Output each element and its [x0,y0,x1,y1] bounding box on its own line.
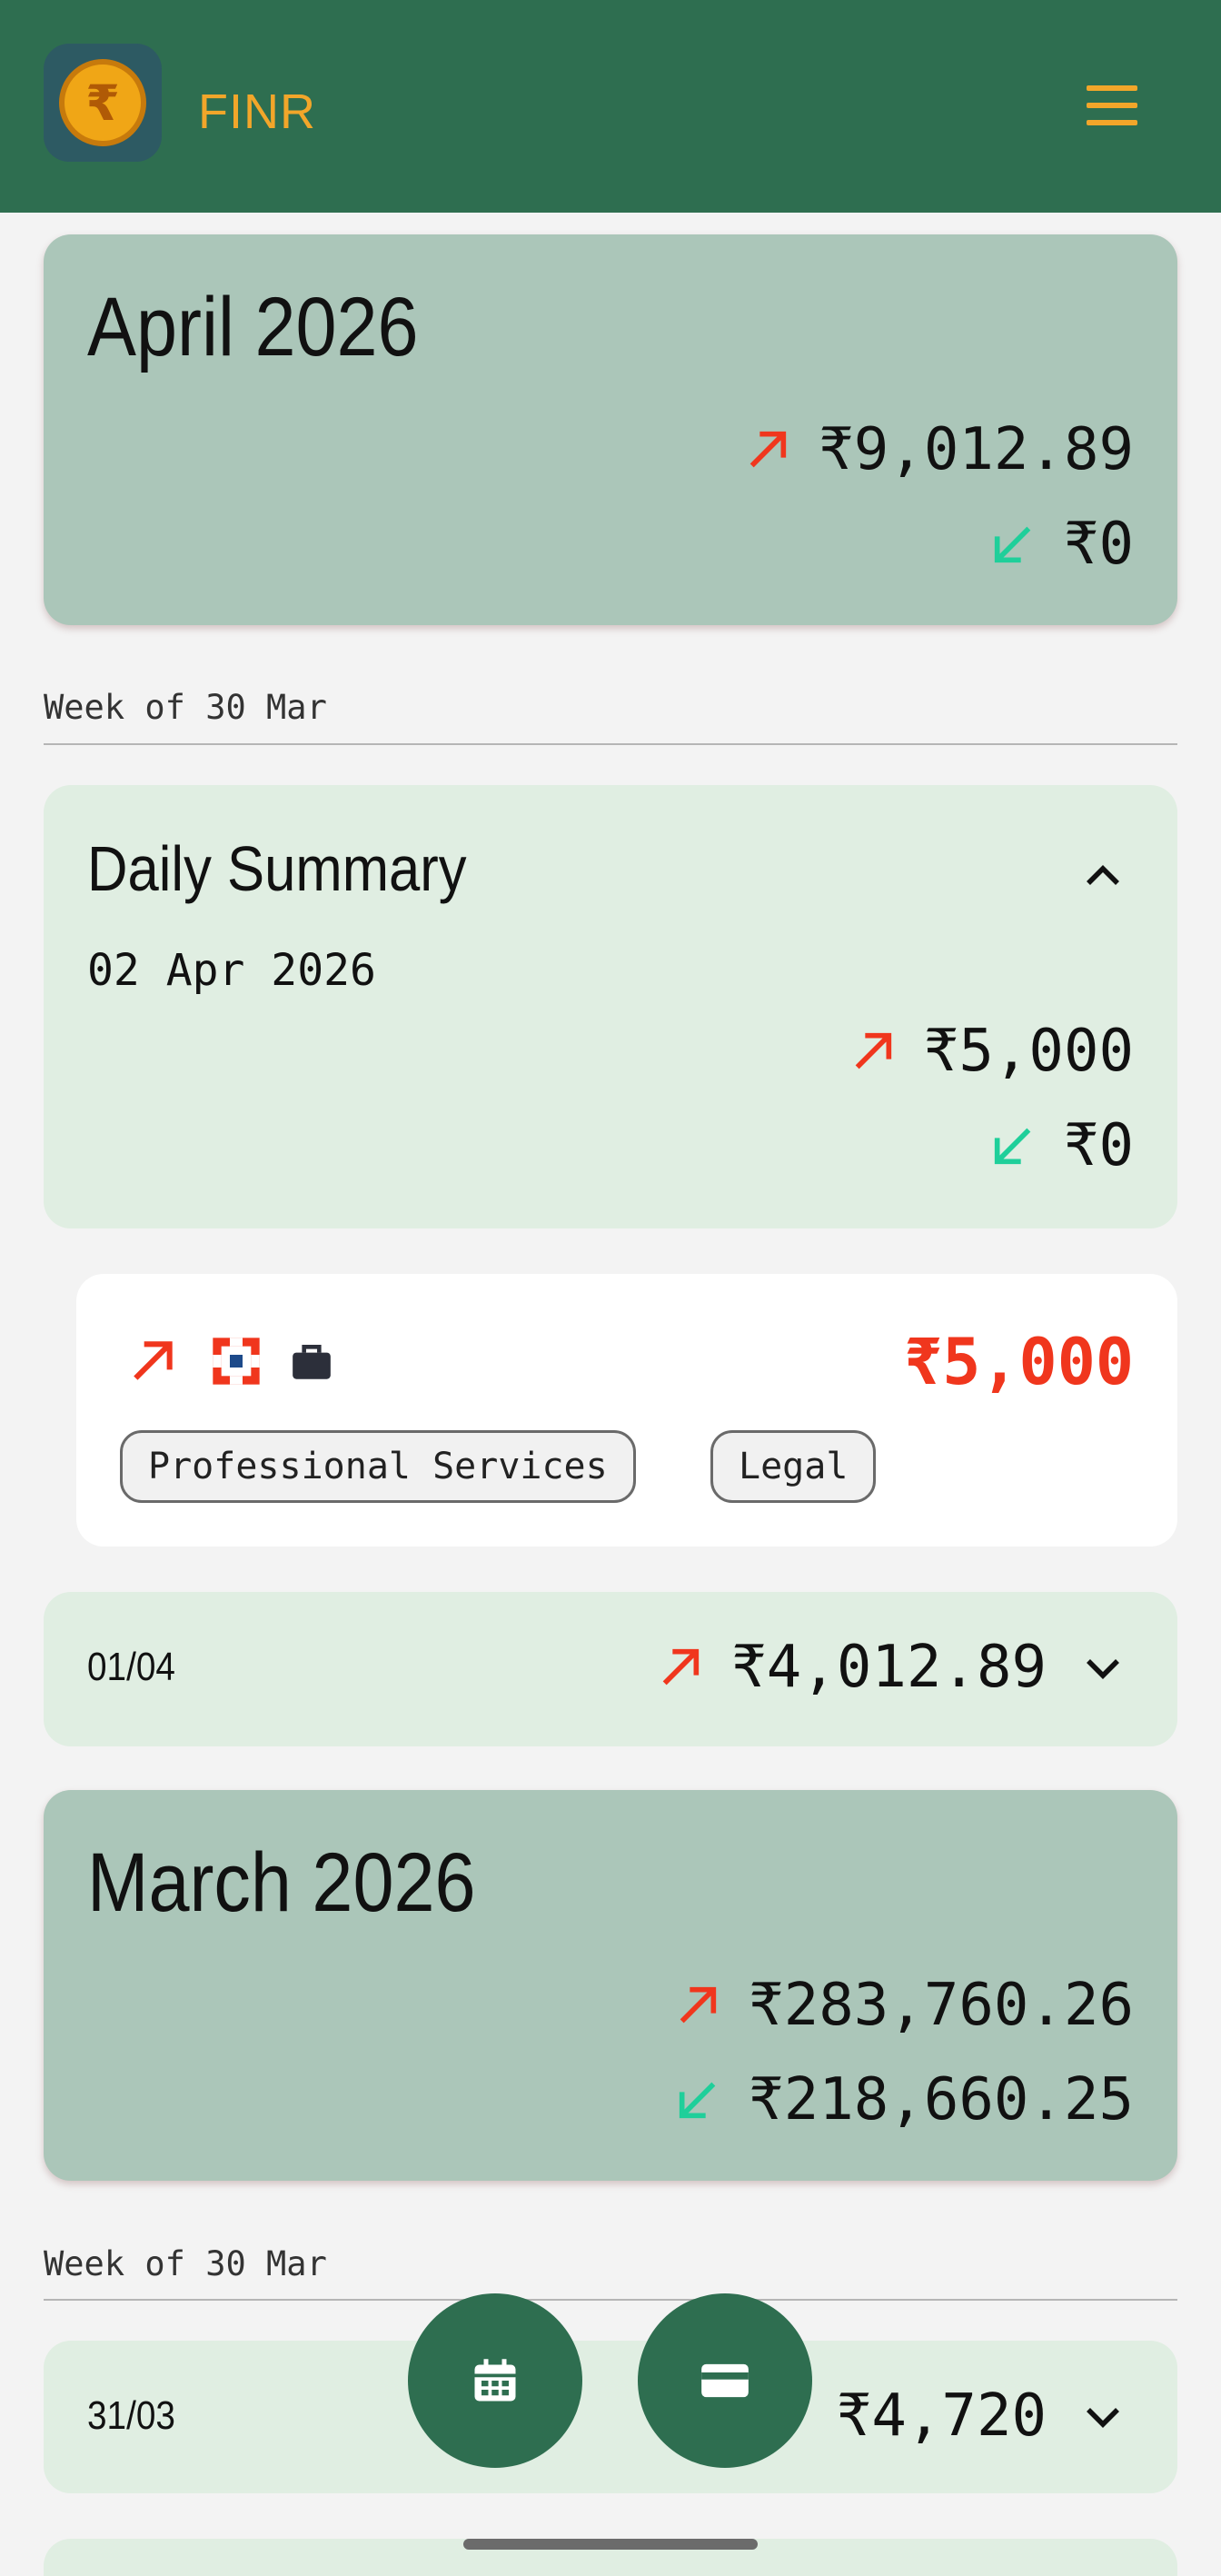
day-expense-amount: ₹4,720 [836,2382,1047,2450]
daily-income-amount: ₹0 [1063,1112,1134,1179]
daily-summary-date: 02 Apr 2026 [87,945,376,996]
day-expense-amount: ₹4,012.89 [731,1634,1047,1701]
day-row[interactable]: 01/04 ₹4,012.89 [44,1592,1177,1746]
income-amount: ₹218,660.25 [749,2066,1134,2133]
transaction-card[interactable]: ₹5,000 Professional Services Legal [76,1274,1177,1547]
day-date: 01/04 [87,1645,175,1689]
income-arrow-icon [680,2082,716,2119]
month-summary-card[interactable]: April 2026 ₹9,012.89 ₹0 [44,234,1177,625]
calendar-icon [474,2359,516,2402]
chevron-down-icon[interactable] [1083,1657,1123,1683]
app-title: FINR [198,85,316,139]
day-expense: ₹4,720 [837,2382,1047,2450]
week-label: Week of 30 Mar [44,688,327,727]
income-amount: ₹0 [1063,511,1134,578]
expense-arrow-icon [855,1032,891,1069]
month-title: April 2026 [87,281,419,373]
category-tag[interactable]: Professional Services [120,1430,636,1503]
daily-summary-title: Daily Summary [87,833,467,904]
month-summary-card[interactable]: March 2026 ₹283,760.26 ₹218,660.25 [44,1790,1177,2181]
income-arrow-icon [994,1128,1031,1165]
calendar-fab-button[interactable] [408,2293,582,2468]
day-expense: ₹4,012.89 [657,1634,1047,1701]
daily-summary-card[interactable]: Daily Summary 02 Apr 2026 ₹5,000 ₹0 [44,785,1177,1228]
credit-card-icon [701,2363,749,2398]
month-income-total: ₹218,660.25 [674,2066,1134,2133]
subcategory-tag[interactable]: Legal [710,1430,877,1503]
daily-expense-amount: ₹5,000 [923,1018,1134,1085]
divider [44,2299,1177,2301]
expense-arrow-icon [134,1341,173,1380]
app-logo: ₹ [44,44,162,162]
month-expense-total: ₹283,760.26 [674,1972,1134,2039]
rupee-coin-icon: ₹ [59,59,146,146]
month-expense-total: ₹9,012.89 [744,416,1134,483]
week-label: Week of 30 Mar [44,2244,327,2283]
briefcase-icon [293,1345,331,1379]
day-row[interactable]: 31/03 ₹4,720 [44,2341,1177,2493]
month-income-total: ₹0 [989,511,1134,578]
bank-logo-icon [213,1338,260,1385]
chevron-up-icon[interactable] [1083,861,1123,887]
expense-arrow-icon [749,431,787,468]
daily-expense: ₹5,000 [849,1018,1134,1085]
hamburger-menu-icon[interactable] [1087,85,1137,125]
home-indicator[interactable] [463,2539,758,2550]
expense-arrow-icon [662,1648,700,1686]
expense-amount: ₹283,760.26 [749,1972,1134,2039]
income-arrow-icon [994,526,1031,563]
month-title: March 2026 [87,1836,476,1929]
expense-arrow-icon [680,1986,717,2024]
chevron-down-icon[interactable] [1083,2406,1123,2432]
app-header: ₹ FINR [0,0,1221,213]
day-date: 31/03 [87,2393,175,2438]
daily-income: ₹0 [989,1112,1134,1179]
card-fab-button[interactable] [638,2293,812,2468]
transaction-amount: ₹5,000 [904,1325,1134,1399]
expense-amount: ₹9,012.89 [819,416,1134,483]
divider [44,743,1177,745]
